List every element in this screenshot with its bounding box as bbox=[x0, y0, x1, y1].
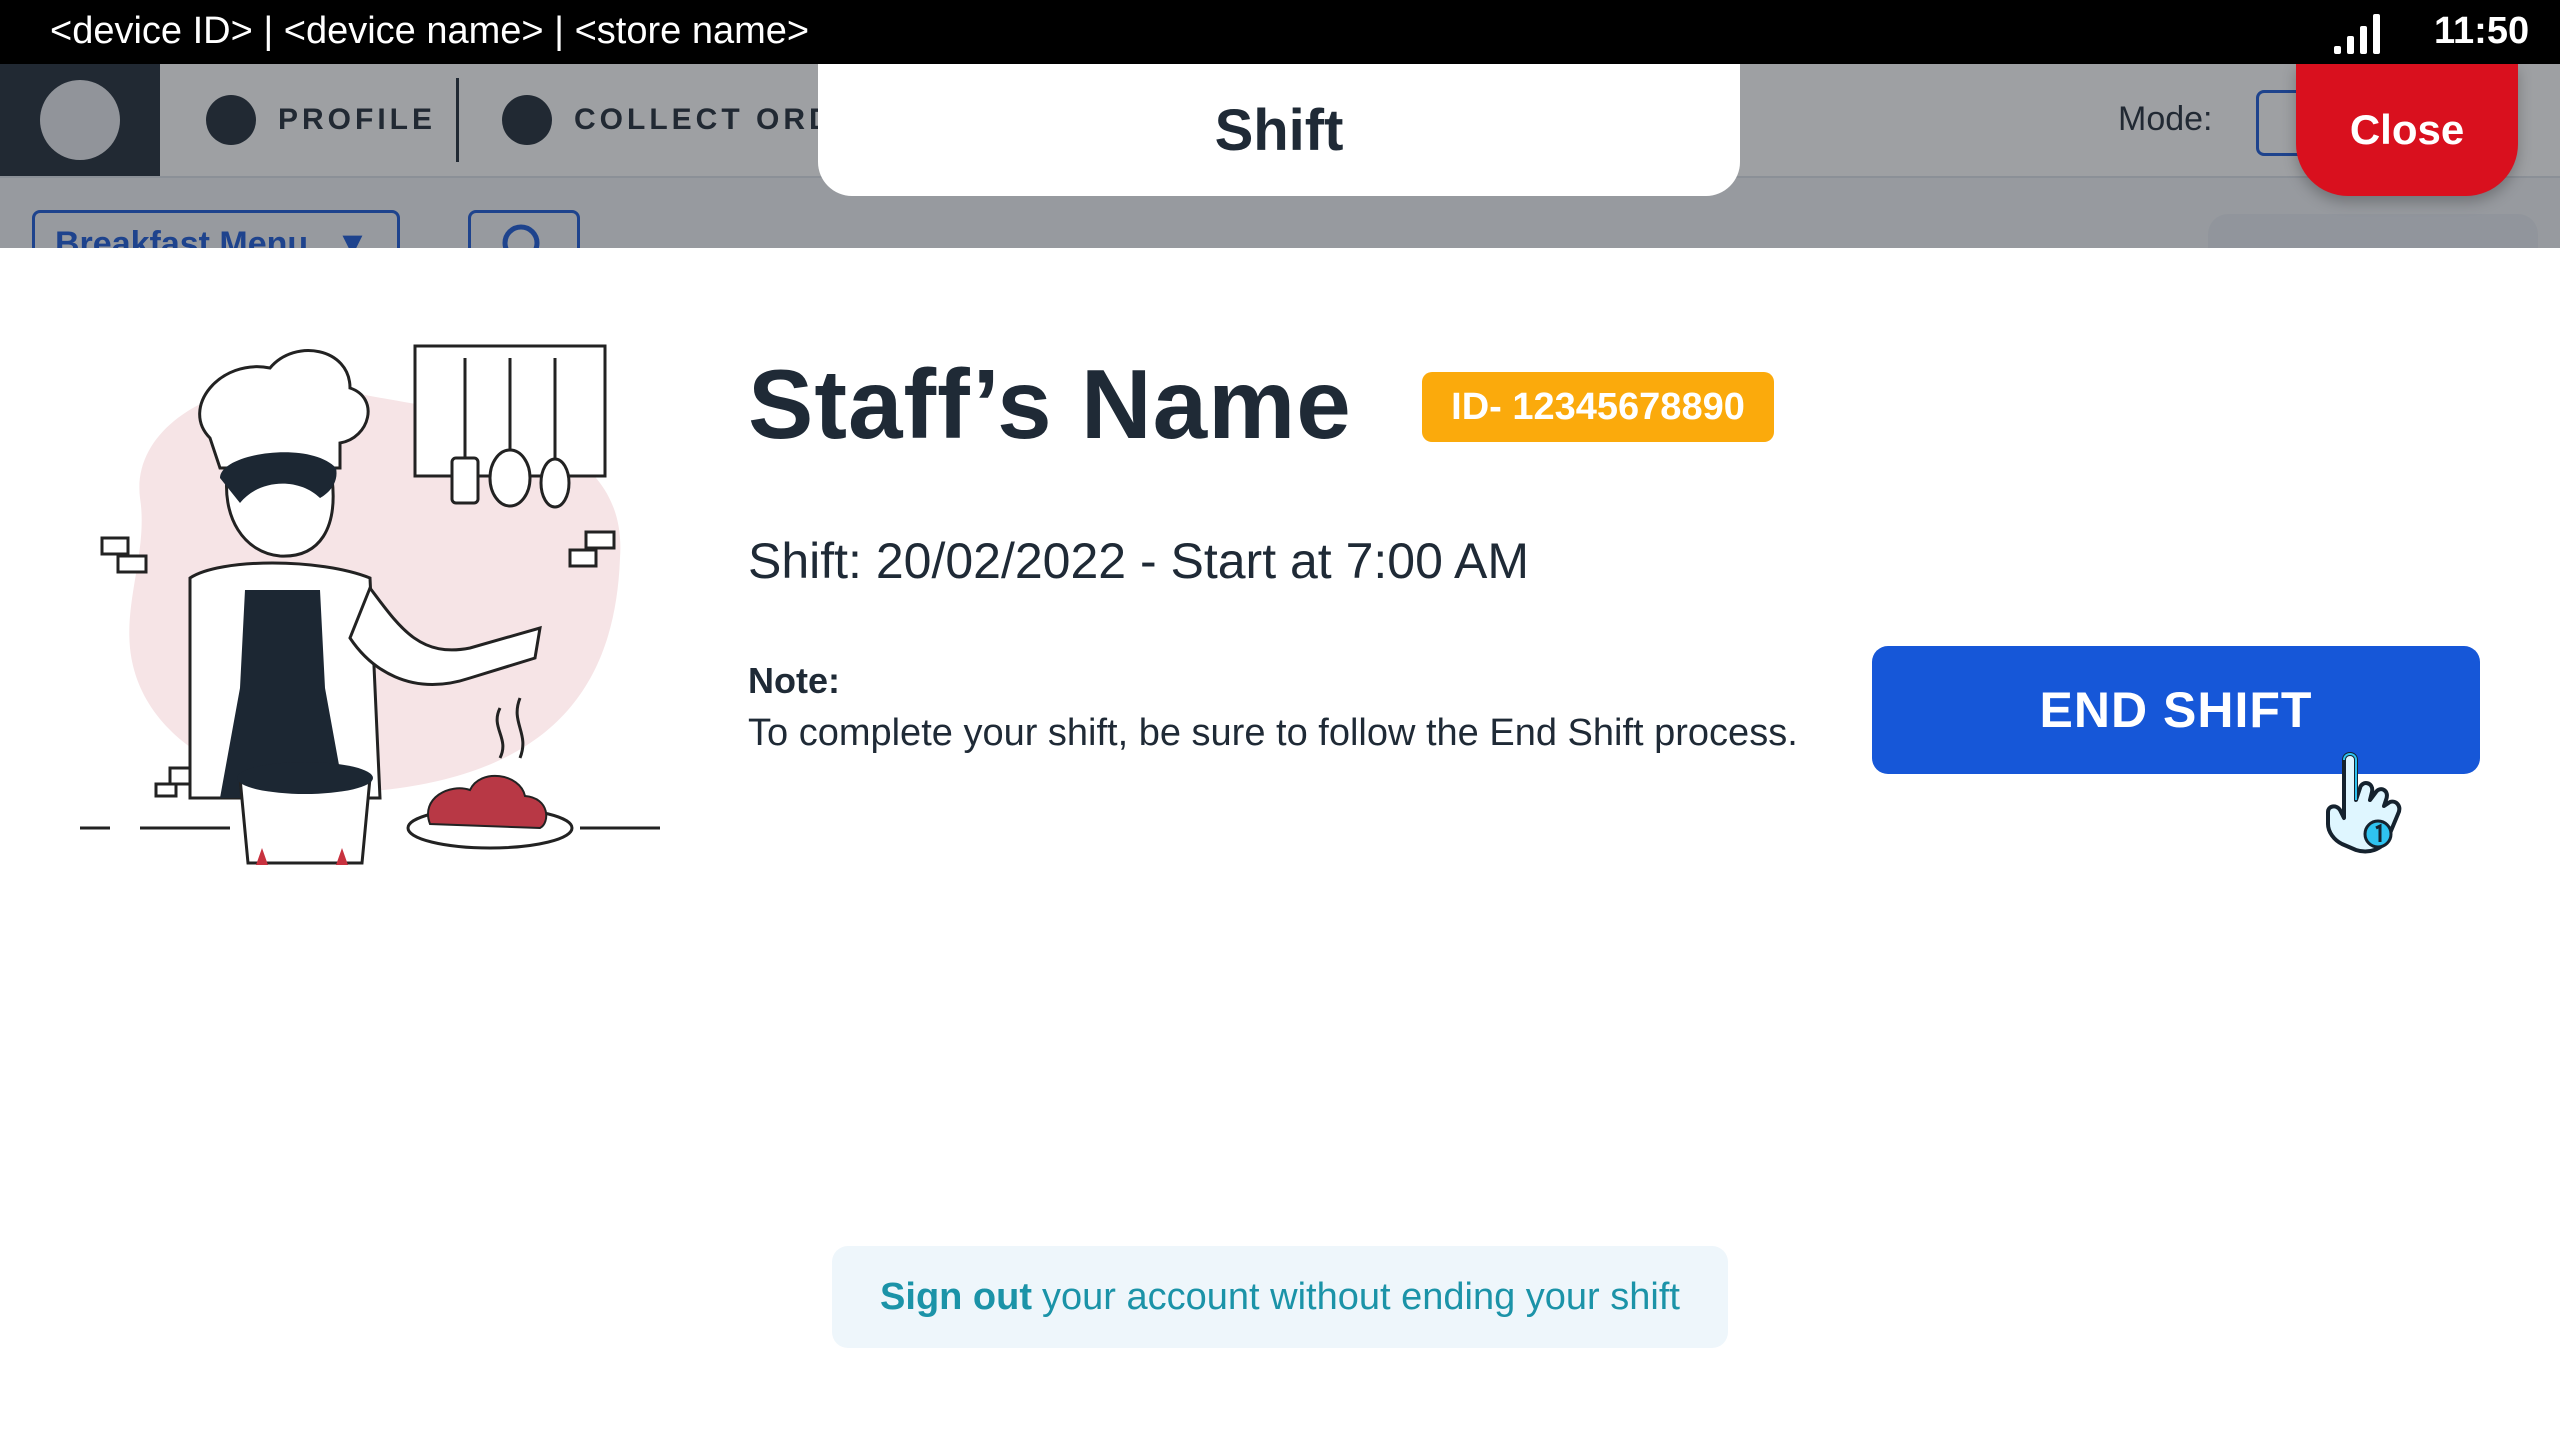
note-text: To complete your shift, be sure to follo… bbox=[748, 712, 1798, 754]
note-label: Note: bbox=[748, 660, 840, 701]
chef-cooking-illustration bbox=[80, 344, 660, 865]
close-button[interactable]: Close bbox=[2296, 64, 2518, 196]
clock: 11:50 bbox=[2434, 10, 2530, 52]
modal-title: Shift bbox=[1214, 97, 1344, 163]
status-bar: <device ID> | <device name> | <store nam… bbox=[0, 0, 2560, 64]
tap-hand-icon bbox=[2326, 752, 2402, 854]
staff-id-badge: ID- 12345678890 bbox=[1422, 372, 1774, 442]
sign-out-link[interactable]: Sign out your account without ending you… bbox=[832, 1246, 1728, 1348]
shift-info: Shift: 20/02/2022 - Start at 7:00 AM bbox=[748, 533, 1530, 589]
shift-modal: Staff’s Name ID- 12345678890 Shift: 20/0… bbox=[0, 248, 2560, 1440]
staff-name: Staff’s Name bbox=[748, 349, 1352, 459]
modal-title-tab: Shift bbox=[818, 64, 1740, 196]
staff-id-text: ID- 12345678890 bbox=[1451, 385, 1745, 428]
sign-out-strong: Sign out bbox=[880, 1275, 1033, 1318]
sign-out-rest: your account without ending your shift bbox=[1042, 1275, 1680, 1318]
signal-bars-icon bbox=[2334, 14, 2380, 54]
device-info: <device ID> | <device name> | <store nam… bbox=[50, 10, 810, 52]
end-shift-label: END SHIFT bbox=[2039, 682, 2313, 738]
close-button-label: Close bbox=[2349, 106, 2465, 153]
